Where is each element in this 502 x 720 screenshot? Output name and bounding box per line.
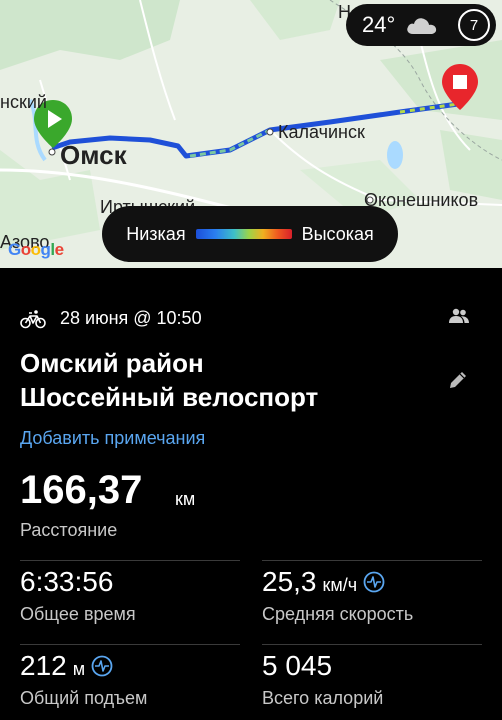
weather-pill[interactable]: 24° 7 — [346, 4, 496, 46]
legend-gradient-bar — [195, 229, 292, 239]
people-icon[interactable] — [448, 308, 470, 324]
map-label-omsk: Омск — [60, 140, 127, 170]
end-marker-icon[interactable] — [442, 64, 478, 110]
stat-label: Всего калорий — [262, 688, 384, 708]
weather-badge[interactable]: 7 — [458, 9, 490, 41]
google-logo: Google — [8, 240, 64, 259]
activity-details: 28 июня @ 10:50 Омский район Шоссейный в… — [0, 268, 502, 720]
stat-label: Общий подъем — [20, 688, 148, 708]
map-label-left-partial: нский — [0, 92, 47, 112]
activity-title: Омский район Шоссейный велоспорт — [20, 346, 318, 414]
cloud-icon — [407, 18, 437, 34]
stat-value: 6:33:56 — [20, 566, 114, 597]
stat-divider — [262, 644, 482, 645]
weather-temperature: 24° — [362, 12, 396, 37]
heart-rate-icon[interactable] — [363, 571, 385, 593]
bicycle-icon — [20, 309, 46, 328]
distance-value: 166,37 — [20, 468, 143, 512]
speed-legend: Низкая Высокая — [102, 206, 398, 262]
stat-value: 212 — [20, 650, 67, 681]
route-map[interactable]: Н нский Омск Калачинск Оконешников Иртыш… — [0, 0, 502, 268]
distance-label: Расстояние — [20, 520, 118, 540]
add-notes-link[interactable]: Добавить примечания — [20, 428, 205, 449]
stat-divider — [20, 644, 240, 645]
distance-unit: км — [175, 489, 196, 509]
activity-date: 28 июня @ 10:50 — [60, 308, 202, 328]
stat-divider — [20, 560, 240, 561]
stat-value: 25,3 — [262, 566, 317, 597]
stat-unit: км/ч — [322, 575, 358, 595]
activity-title-line1: Омский район — [20, 348, 204, 378]
stat-label: Средняя скорость — [262, 604, 414, 624]
stat-unit: м — [72, 659, 86, 679]
activity-date-row: 28 июня @ 10:50 — [20, 308, 202, 329]
stat-label: Общее время — [20, 604, 136, 624]
heart-rate-icon[interactable] — [91, 655, 113, 677]
legend-high-label: Высокая — [301, 223, 374, 244]
stat-divider — [262, 560, 482, 561]
activity-title-line2: Шоссейный велоспорт — [20, 382, 319, 412]
map-label-kalachinsk: Калачинск — [278, 122, 365, 142]
pencil-icon[interactable] — [448, 370, 468, 390]
stat-value: 5 045 — [262, 650, 333, 681]
legend-low-label: Низкая — [126, 223, 186, 244]
